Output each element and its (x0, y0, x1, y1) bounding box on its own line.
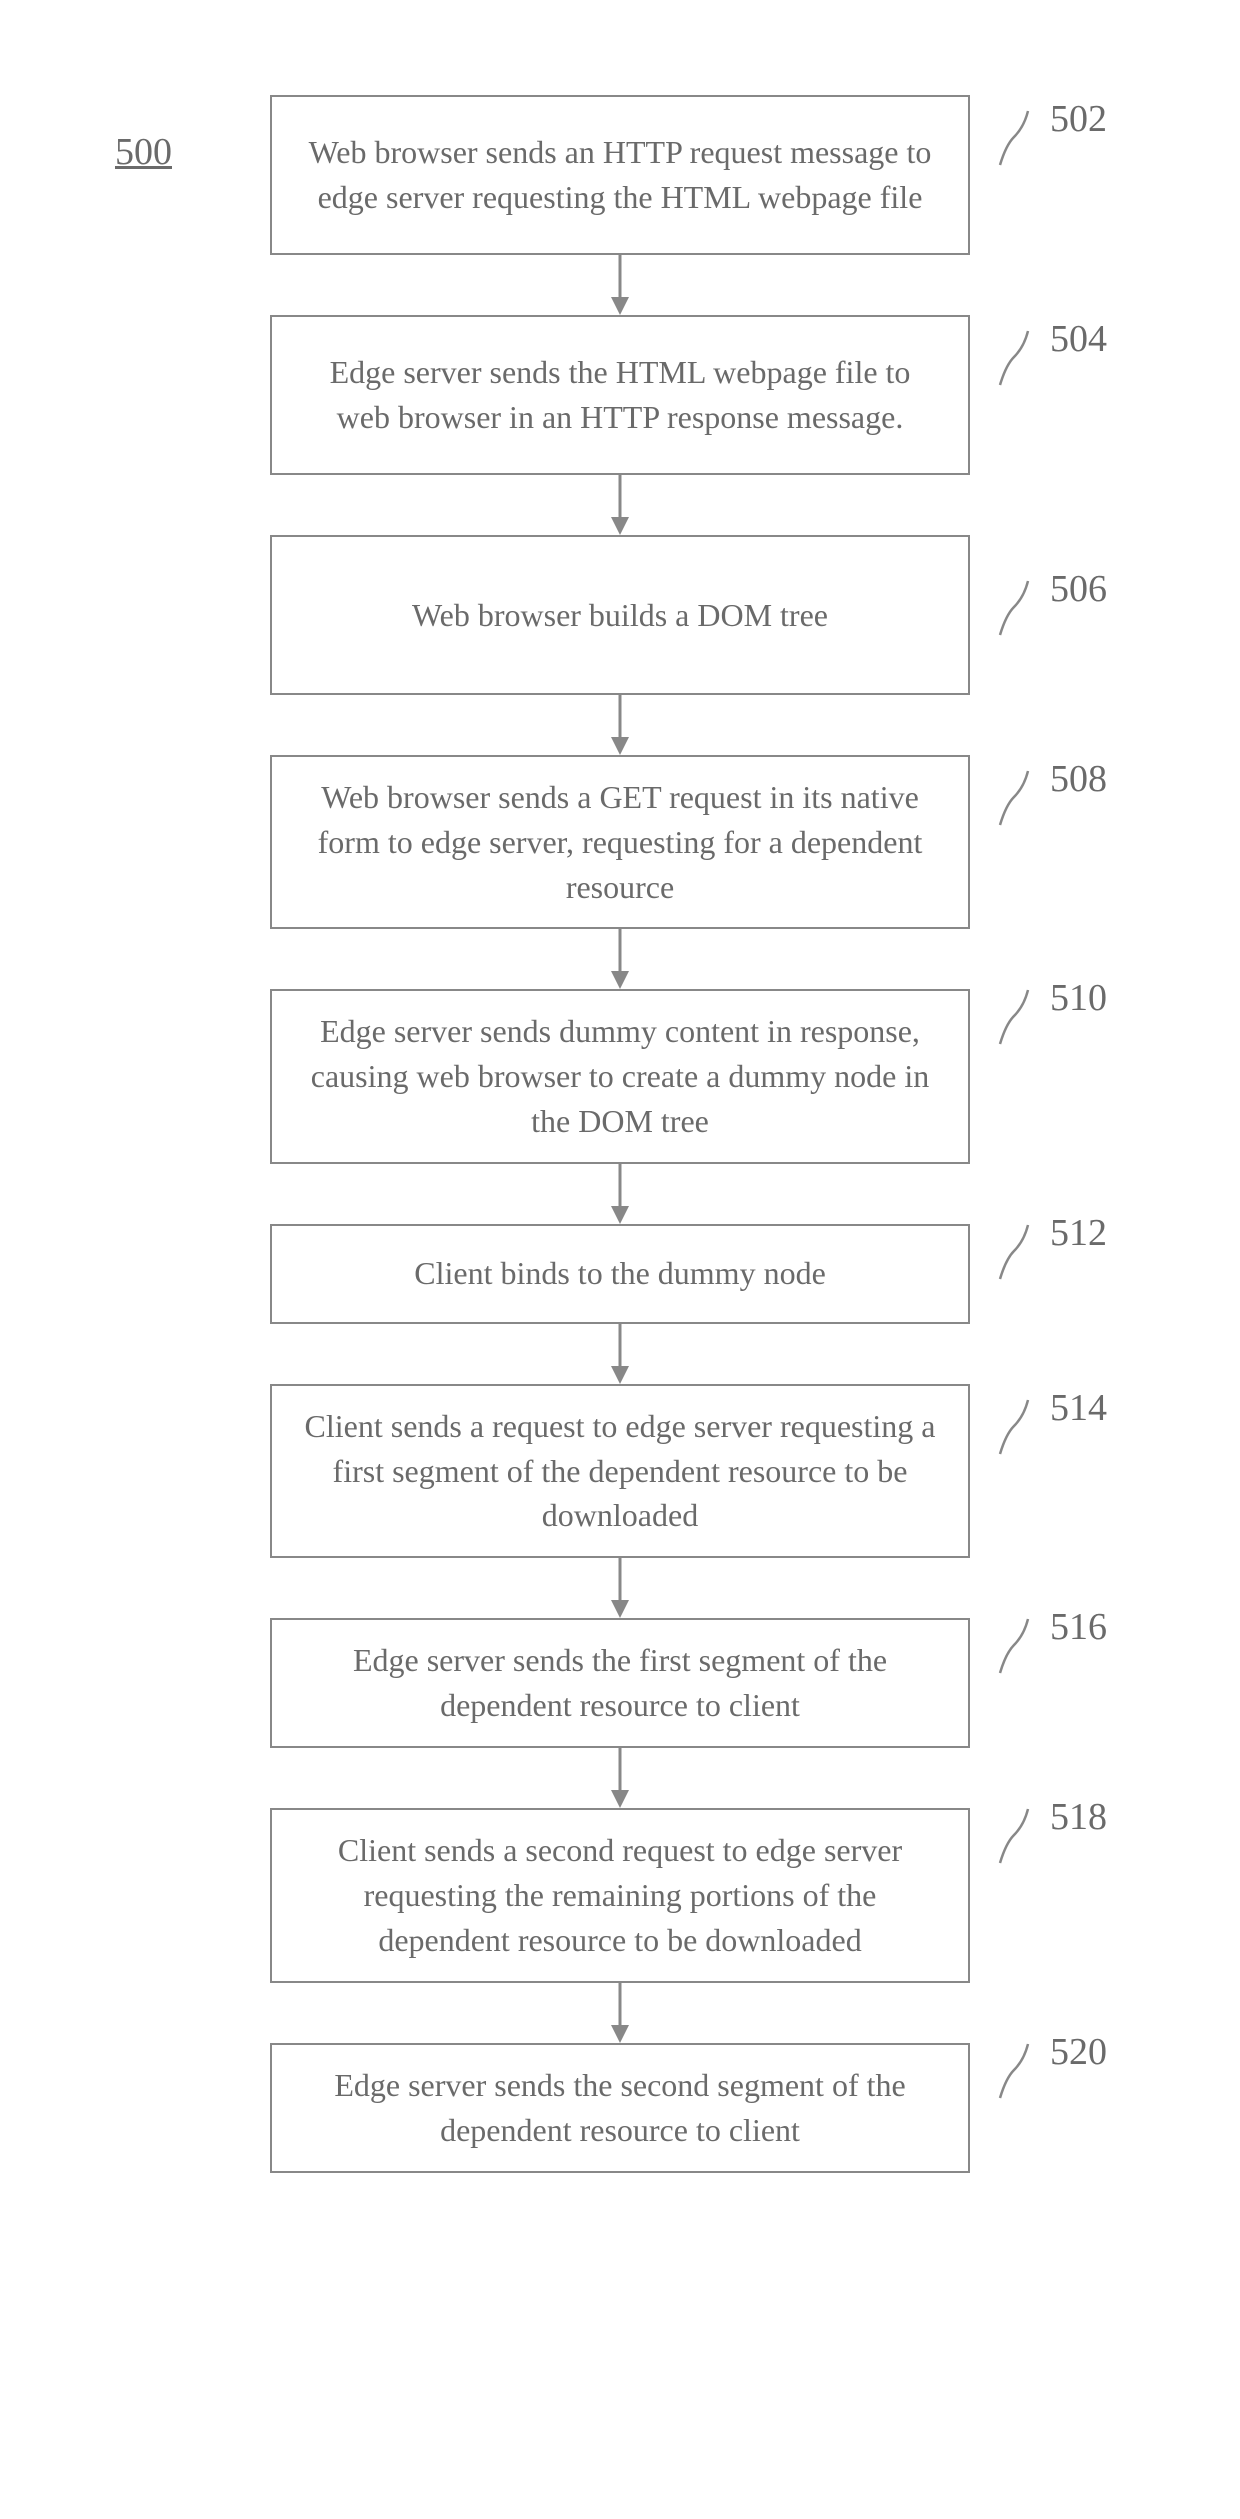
flowchart-step: Web browser sends an HTTP request messag… (270, 95, 970, 255)
flowchart-step: Web browser sends a GET request in its n… (270, 755, 970, 929)
flowchart-step-box: Edge server sends the first segment of t… (270, 1618, 970, 1748)
step-reference-number: 506 (1050, 567, 1107, 611)
flowchart-arrow (270, 475, 970, 535)
flowchart-arrow (270, 1748, 970, 1808)
step-reference-number: 502 (1050, 97, 1107, 141)
flowchart-step: Web browser builds a DOM tree 506 (270, 535, 970, 695)
flowchart-step-text: Web browser sends an HTTP request messag… (302, 130, 938, 220)
flowchart-step-box: Web browser builds a DOM tree (270, 535, 970, 695)
flowchart-container: Web browser sends an HTTP request messag… (270, 95, 970, 2173)
flowchart-step-text: Edge server sends the second segment of … (302, 2063, 938, 2153)
flowchart-step: Edge server sends the first segment of t… (270, 1618, 970, 1748)
step-reference-number: 512 (1050, 1211, 1107, 1255)
flowchart-step-box: Client sends a request to edge server re… (270, 1384, 970, 1558)
flowchart-step-text: Client sends a second request to edge se… (302, 1828, 938, 1962)
flowchart-step-text: Client binds to the dummy node (414, 1251, 826, 1296)
flowchart-step-box: Web browser sends an HTTP request messag… (270, 95, 970, 255)
flowchart-step: Edge server sends the second segment of … (270, 2043, 970, 2173)
flowchart-step: Edge server sends the HTML webpage file … (270, 315, 970, 475)
step-reference-number: 510 (1050, 976, 1107, 1020)
flowchart-step: Client sends a second request to edge se… (270, 1808, 970, 1982)
step-reference-number: 508 (1050, 757, 1107, 801)
step-reference-number: 504 (1050, 317, 1107, 361)
flowchart-step: Edge server sends dummy content in respo… (270, 989, 970, 1163)
flowchart-step-box: Client sends a second request to edge se… (270, 1808, 970, 1982)
flowchart-arrow (270, 929, 970, 989)
flowchart-step-text: Edge server sends the first segment of t… (302, 1638, 938, 1728)
flowchart-step-box: Edge server sends the second segment of … (270, 2043, 970, 2173)
flowchart-arrow (270, 1558, 970, 1618)
flowchart-arrow (270, 1164, 970, 1224)
flowchart-step-text: Client sends a request to edge server re… (302, 1404, 938, 1538)
flowchart-step-box: Client binds to the dummy node (270, 1224, 970, 1324)
flowchart-arrow (270, 695, 970, 755)
figure-number-label: 500 (115, 130, 172, 174)
flowchart-step: Client sends a request to edge server re… (270, 1384, 970, 1558)
flowchart-step-text: Edge server sends the HTML webpage file … (302, 350, 938, 440)
step-reference-number: 518 (1050, 1795, 1107, 1839)
step-reference-number: 514 (1050, 1386, 1107, 1430)
flowchart-step-text: Web browser sends a GET request in its n… (302, 775, 938, 909)
flowchart-step-text: Web browser builds a DOM tree (412, 593, 828, 638)
flowchart-step-box: Edge server sends dummy content in respo… (270, 989, 970, 1163)
flowchart-arrow (270, 255, 970, 315)
flowchart-step-box: Web browser sends a GET request in its n… (270, 755, 970, 929)
flowchart-arrow (270, 1324, 970, 1384)
flowchart-step-text: Edge server sends dummy content in respo… (302, 1009, 938, 1143)
flowchart-step-box: Edge server sends the HTML webpage file … (270, 315, 970, 475)
flowchart-arrow (270, 1983, 970, 2043)
flowchart-step: Client binds to the dummy node 512 (270, 1224, 970, 1324)
step-reference-number: 516 (1050, 1605, 1107, 1649)
step-reference-number: 520 (1050, 2030, 1107, 2074)
